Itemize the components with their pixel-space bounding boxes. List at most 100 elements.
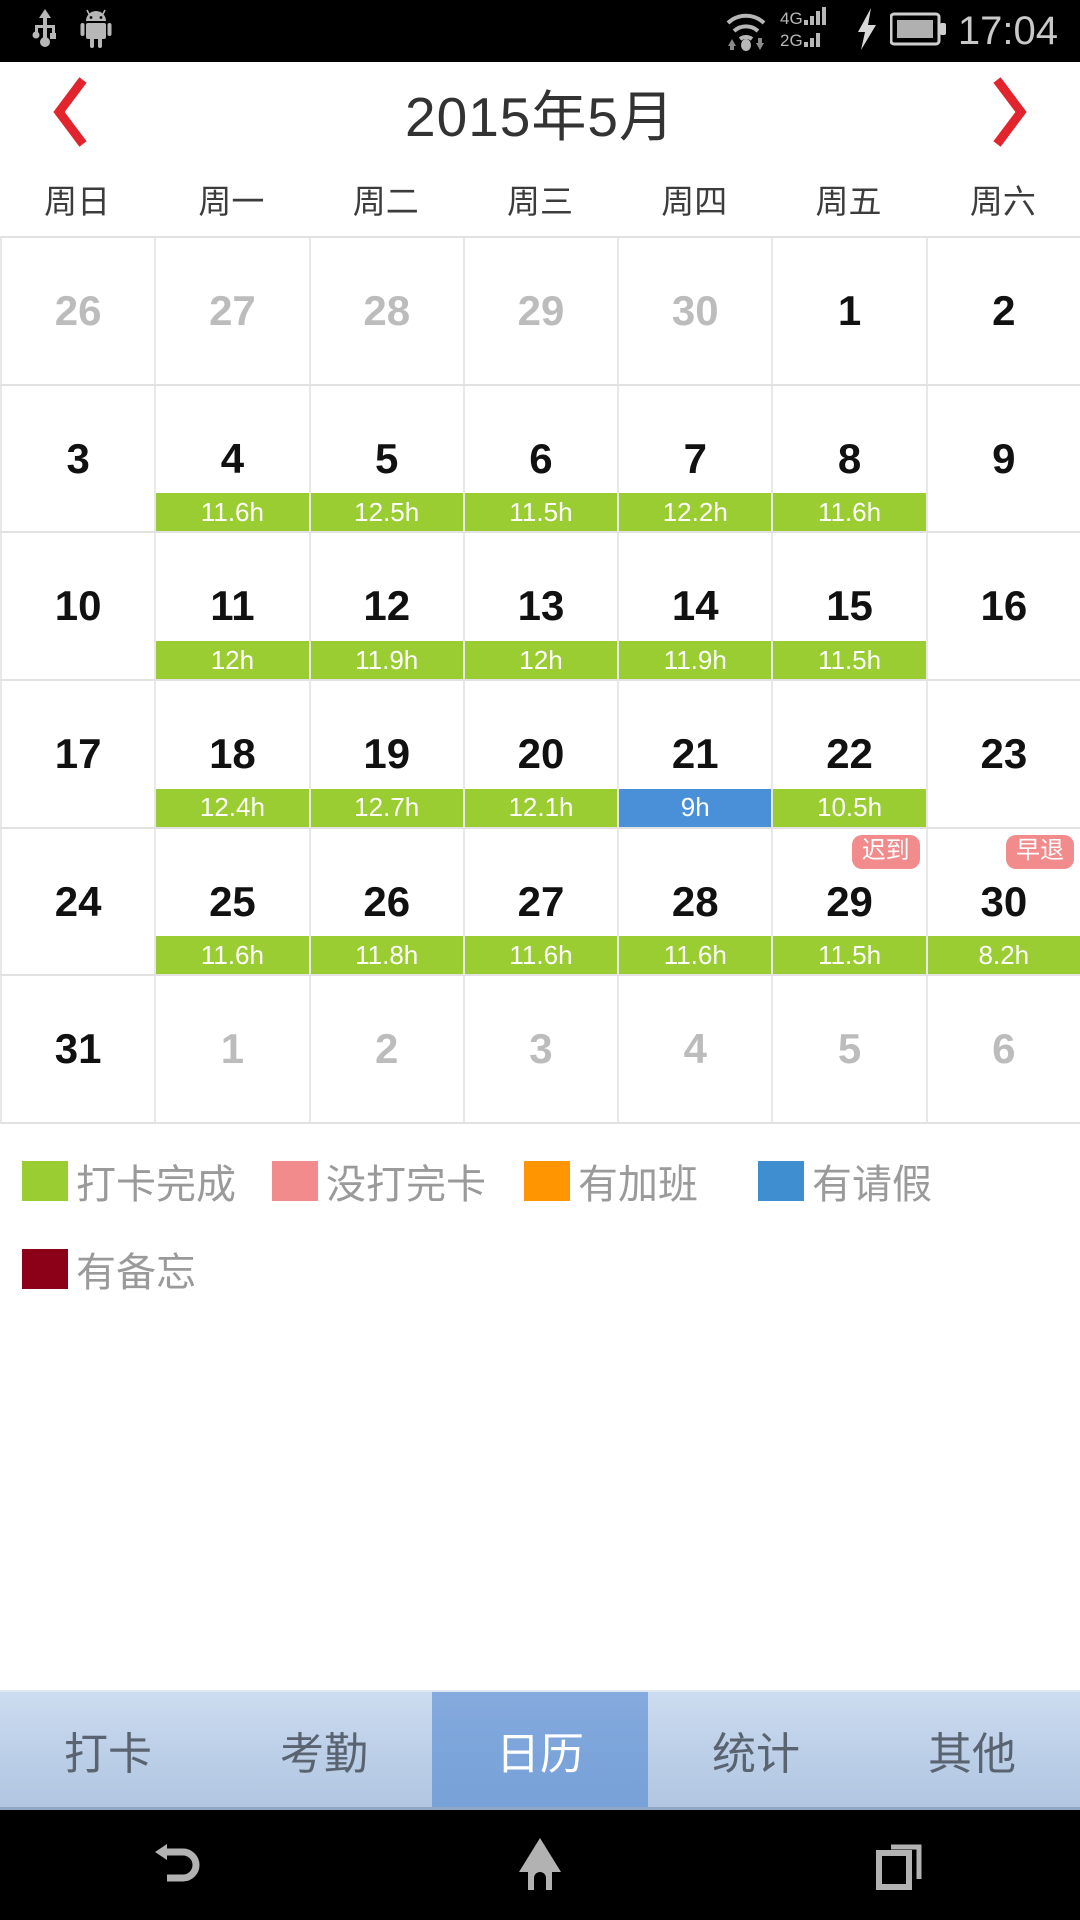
month-header: 2015年5月	[0, 62, 1080, 162]
day-number: 21	[671, 729, 719, 777]
tab-2[interactable]: 考勤	[216, 1692, 432, 1807]
weekday-thu: 周四	[661, 183, 728, 220]
work-hours-bar: 11.6h	[619, 936, 772, 975]
calendar-day-cell[interactable]: 16	[927, 533, 1080, 680]
tab-5[interactable]: 其他	[864, 1692, 1080, 1807]
calendar-day-cell[interactable]: 11 12h	[156, 533, 311, 680]
tab-3[interactable]: 日历	[432, 1692, 648, 1807]
calendar-day-cell[interactable]: 8 11.6h	[773, 385, 928, 532]
calendar-day-cell[interactable]: 26 11.8h	[310, 828, 465, 975]
day-number: 19	[363, 729, 411, 777]
calendar-day-cell[interactable]: 31	[0, 976, 157, 1123]
day-number: 1	[220, 1025, 245, 1073]
day-number: 17	[54, 729, 102, 777]
calendar-day-cell[interactable]: 6 11.5h	[464, 385, 620, 532]
weekday-sun: 周日	[44, 183, 111, 220]
legend-swatch-orange	[524, 1161, 570, 1201]
calendar-day-cell[interactable]: 1	[773, 238, 928, 384]
calendar-day-cell[interactable]: 2	[927, 238, 1080, 384]
calendar-day-cell[interactable]: 22 10.5h	[773, 681, 928, 827]
day-number: 22	[826, 729, 873, 777]
calendar-day-cell[interactable]: 19 12.7h	[310, 681, 465, 827]
legend-item-incomplete: 没打完卡	[272, 1152, 486, 1210]
calendar-day-cell[interactable]: 3	[464, 976, 620, 1123]
legend: 打卡完成 没打完卡 有加班 有请假 有备忘	[0, 1124, 1080, 1328]
legend-swatch-darkred	[22, 1249, 68, 1289]
calendar-day-cell[interactable]: 7 12.2h	[619, 385, 774, 532]
legend-label-complete: 打卡完成	[76, 1163, 236, 1207]
recents-button[interactable]	[720, 1837, 1080, 1893]
weekday-wed: 周三	[506, 183, 573, 220]
legend-label-leave: 有请假	[812, 1163, 932, 1207]
calendar-day-cell[interactable]: 17	[0, 681, 157, 827]
work-hours-bar: 11.6h	[773, 493, 926, 532]
day-number: 2	[375, 1025, 399, 1073]
day-number: 6	[992, 1025, 1016, 1073]
calendar-grid: 26 27 28 29 30 1 2 3 4 11.6h 5 12.5h 6 11.5h 7 12.2h 8 11…	[0, 236, 1080, 1124]
day-number: 6	[529, 434, 553, 482]
calendar-day-cell[interactable]: 25 11.6h	[156, 828, 311, 975]
back-button[interactable]	[0, 1838, 360, 1892]
status-bar-clock: 17:04	[957, 8, 1058, 53]
day-number: 8	[837, 434, 862, 482]
calendar-day-cell[interactable]: 20 12.1h	[464, 681, 620, 827]
day-number: 12	[363, 582, 411, 630]
day-number: 5	[375, 434, 399, 482]
calendar-day-cell[interactable]: 4 11.6h	[156, 385, 311, 532]
status-badge: 迟到	[851, 834, 920, 869]
tab-4[interactable]: 统计	[648, 1692, 864, 1807]
legend-item-memo: 有备忘	[22, 1240, 196, 1298]
calendar-day-cell[interactable]: 3	[0, 385, 157, 532]
calendar-day-cell[interactable]: 23	[927, 681, 1080, 827]
day-number: 15	[826, 582, 873, 630]
work-hours-bar: 12h	[156, 641, 309, 680]
day-number: 13	[517, 582, 565, 630]
calendar-day-cell[interactable]: 27	[156, 238, 311, 384]
calendar-day-cell[interactable]: 5 12.5h	[310, 385, 465, 532]
day-number: 4	[220, 434, 245, 482]
work-hours-bar: 12.1h	[464, 788, 618, 827]
next-month-button[interactable]	[986, 77, 1030, 147]
calendar-week-row: 26 27 28 29 30 1 2	[0, 238, 1080, 386]
calendar-day-cell[interactable]: 6	[927, 976, 1080, 1123]
calendar-day-cell[interactable]: 27 11.6h	[464, 828, 620, 975]
legend-item-overtime: 有加班	[524, 1152, 698, 1210]
day-number: 28	[671, 877, 719, 925]
legend-swatch-pink	[272, 1161, 318, 1201]
calendar-day-cell[interactable]: 28 11.6h	[619, 828, 774, 975]
calendar-day-cell[interactable]: 29	[464, 238, 620, 384]
calendar-day-cell[interactable]: 10	[0, 533, 157, 680]
legend-item-leave: 有请假	[758, 1152, 932, 1210]
calendar-day-cell[interactable]: 12 11.9h	[310, 533, 465, 680]
tab-1[interactable]: 打卡	[0, 1692, 216, 1807]
calendar-day-cell[interactable]: 18 12.4h	[156, 681, 311, 827]
day-number: 30	[671, 286, 719, 334]
home-button[interactable]	[360, 1834, 720, 1896]
calendar-day-cell[interactable]: 4	[619, 976, 774, 1123]
status-bar-right-icons: 4G 2G 17:04	[722, 6, 1066, 57]
work-hours-bar: 11.9h	[619, 641, 772, 680]
calendar-day-cell[interactable]: 21 9h	[619, 681, 774, 827]
calendar-week-row: 31 1 2 3 4 5 6	[0, 976, 1080, 1123]
work-hours-bar: 11.5h	[773, 641, 926, 680]
legend-row-1: 打卡完成 没打完卡 有加班 有请假	[22, 1152, 1058, 1210]
day-number: 18	[209, 729, 256, 777]
calendar-day-cell[interactable]: 28	[310, 238, 465, 384]
work-hours-bar: 11.6h	[464, 936, 618, 975]
prev-month-button[interactable]	[50, 77, 94, 147]
calendar-day-cell[interactable]: 24	[0, 828, 157, 975]
calendar-day-cell[interactable]: 1	[156, 976, 311, 1123]
calendar-day-cell[interactable]: 15 11.5h	[773, 533, 928, 680]
calendar-day-cell[interactable]: 5	[773, 976, 928, 1123]
work-hours-bar: 12.7h	[310, 788, 463, 827]
calendar-day-cell[interactable]: 9	[927, 385, 1080, 532]
calendar-day-cell[interactable]: 30 早退 8.2h	[927, 828, 1080, 975]
calendar-day-cell[interactable]: 14 11.9h	[619, 533, 774, 680]
calendar-day-cell[interactable]: 29 迟到 11.5h	[773, 828, 928, 975]
work-hours-bar: 12h	[464, 641, 618, 680]
calendar-day-cell[interactable]: 13 12h	[464, 533, 620, 680]
calendar-day-cell[interactable]: 2	[310, 976, 465, 1123]
day-number: 9	[992, 434, 1016, 482]
calendar-day-cell[interactable]: 26	[0, 238, 157, 384]
calendar-day-cell[interactable]: 30	[619, 238, 774, 384]
